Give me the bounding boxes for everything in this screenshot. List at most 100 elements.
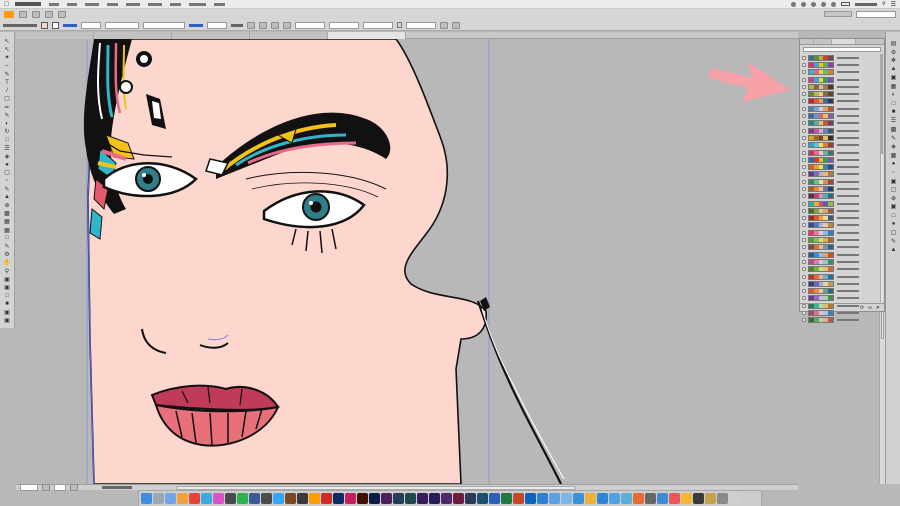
- theme-list-scrollbar[interactable]: [880, 54, 883, 302]
- photoshop-icon[interactable]: [369, 493, 380, 504]
- theme-row[interactable]: [802, 207, 882, 214]
- theme-row[interactable]: [802, 178, 882, 185]
- tool-icon[interactable]: ▢: [3, 95, 11, 102]
- app-icon[interactable]: [537, 493, 548, 504]
- theme-row[interactable]: [802, 127, 882, 134]
- theme-swatch-group[interactable]: [808, 215, 834, 222]
- theme-swatch-group[interactable]: [808, 54, 834, 61]
- theme-visibility-icon[interactable]: [802, 55, 806, 60]
- color-swatch[interactable]: [828, 92, 833, 97]
- color-swatch[interactable]: [828, 135, 833, 140]
- tool-icon[interactable]: /: [3, 87, 11, 94]
- theme-row[interactable]: [802, 251, 882, 258]
- status-icon[interactable]: [800, 1, 806, 7]
- constrain-proportions-icon[interactable]: [397, 22, 402, 28]
- theme-row[interactable]: [802, 317, 882, 324]
- theme-visibility-icon[interactable]: [802, 165, 806, 170]
- artboard-nav[interactable]: [70, 484, 78, 491]
- tool-icon[interactable]: ▣: [3, 276, 11, 283]
- menu-effect[interactable]: [148, 2, 163, 6]
- theme-row[interactable]: [802, 54, 882, 61]
- theme-swatch-group[interactable]: [808, 156, 834, 163]
- theme-row[interactable]: [802, 193, 882, 200]
- color-swatch[interactable]: [828, 172, 833, 177]
- theme-row[interactable]: [802, 156, 882, 163]
- tool-icon[interactable]: ▲: [3, 194, 11, 201]
- status-icon[interactable]: [790, 1, 796, 7]
- stroke-swatch[interactable]: [52, 21, 59, 29]
- panel-icon[interactable]: ✎: [889, 135, 898, 142]
- theme-visibility-icon[interactable]: [802, 179, 806, 184]
- panel-icon[interactable]: ▲: [889, 66, 898, 73]
- app-icon[interactable]: [657, 493, 668, 504]
- theme-swatch-group[interactable]: [808, 222, 834, 229]
- tool-icon[interactable]: ▣: [3, 309, 11, 316]
- photoshop-icon[interactable]: [273, 493, 284, 504]
- theme-row[interactable]: [802, 98, 882, 105]
- theme-visibility-icon[interactable]: [802, 186, 806, 191]
- theme-swatch-group[interactable]: [808, 229, 834, 236]
- graphic-style-swatch[interactable]: [247, 21, 255, 29]
- panel-icon[interactable]: ▣: [889, 178, 898, 185]
- theme-row[interactable]: [802, 266, 882, 273]
- tool-icon[interactable]: ✎: [3, 243, 11, 250]
- app-icon[interactable]: [441, 493, 452, 504]
- tool-icon[interactable]: ⎯: [3, 63, 11, 70]
- isolate-icon[interactable]: [440, 21, 448, 29]
- tool-icon[interactable]: ↖: [3, 46, 11, 53]
- document-tab[interactable]: [16, 32, 94, 39]
- acrobat-icon[interactable]: [321, 493, 332, 504]
- illustrator-icon[interactable]: [309, 493, 320, 504]
- theme-swatch-group[interactable]: [808, 244, 834, 251]
- app-icon[interactable]: [585, 493, 596, 504]
- color-swatch[interactable]: [828, 55, 833, 60]
- theme-visibility-icon[interactable]: [802, 274, 806, 279]
- tool-icon[interactable]: □: [3, 292, 11, 299]
- panel-icon[interactable]: ✎: [889, 238, 898, 245]
- theme-visibility-icon[interactable]: [802, 128, 806, 133]
- tool-icon[interactable]: ✋: [3, 259, 11, 266]
- panel-icon[interactable]: ●: [889, 160, 898, 167]
- theme-row[interactable]: [802, 288, 882, 295]
- wifi-icon[interactable]: [820, 1, 826, 7]
- tab-color-themes[interactable]: [832, 39, 856, 44]
- app-icon[interactable]: [597, 493, 608, 504]
- app-icon[interactable]: [693, 493, 704, 504]
- theme-row[interactable]: [802, 163, 882, 171]
- color-swatch[interactable]: [828, 150, 833, 155]
- theme-row[interactable]: [802, 61, 882, 68]
- color-swatch[interactable]: [828, 267, 833, 272]
- app-icon[interactable]: [645, 493, 656, 504]
- menu-select[interactable]: [126, 2, 141, 6]
- menu-object[interactable]: [85, 2, 100, 6]
- panel-icon[interactable]: ☰: [889, 117, 898, 124]
- aftereffects-icon[interactable]: [429, 493, 440, 504]
- theme-row[interactable]: [802, 258, 882, 265]
- color-swatch[interactable]: [828, 62, 833, 67]
- theme-visibility-icon[interactable]: [802, 114, 806, 119]
- theme-row[interactable]: [802, 105, 882, 112]
- app-icon[interactable]: [453, 493, 464, 504]
- theme-visibility-icon[interactable]: [802, 267, 806, 272]
- app-icon[interactable]: [465, 493, 476, 504]
- app-icon[interactable]: [621, 493, 632, 504]
- theme-visibility-icon[interactable]: [802, 172, 806, 177]
- app-icon[interactable]: [573, 493, 584, 504]
- theme-row[interactable]: [802, 90, 882, 98]
- theme-swatch-group[interactable]: [808, 142, 834, 149]
- theme-row[interactable]: [802, 229, 882, 236]
- status-text[interactable]: [102, 486, 132, 489]
- document-tab-active[interactable]: [328, 32, 406, 39]
- word-icon[interactable]: [489, 493, 500, 504]
- color-swatch[interactable]: [828, 99, 833, 104]
- panel-icon[interactable]: ▫: [889, 169, 898, 176]
- launchpad-icon[interactable]: [153, 493, 164, 504]
- theme-swatch-group[interactable]: [808, 178, 834, 185]
- app-icon[interactable]: [249, 493, 260, 504]
- color-swatch[interactable]: [828, 179, 833, 184]
- menu-file[interactable]: [49, 2, 60, 6]
- tool-icon[interactable]: ◈: [3, 153, 11, 160]
- tool-icon[interactable]: ✏: [3, 104, 11, 111]
- search-stock-field[interactable]: [856, 10, 896, 18]
- panel-icon[interactable]: ▢: [889, 229, 898, 236]
